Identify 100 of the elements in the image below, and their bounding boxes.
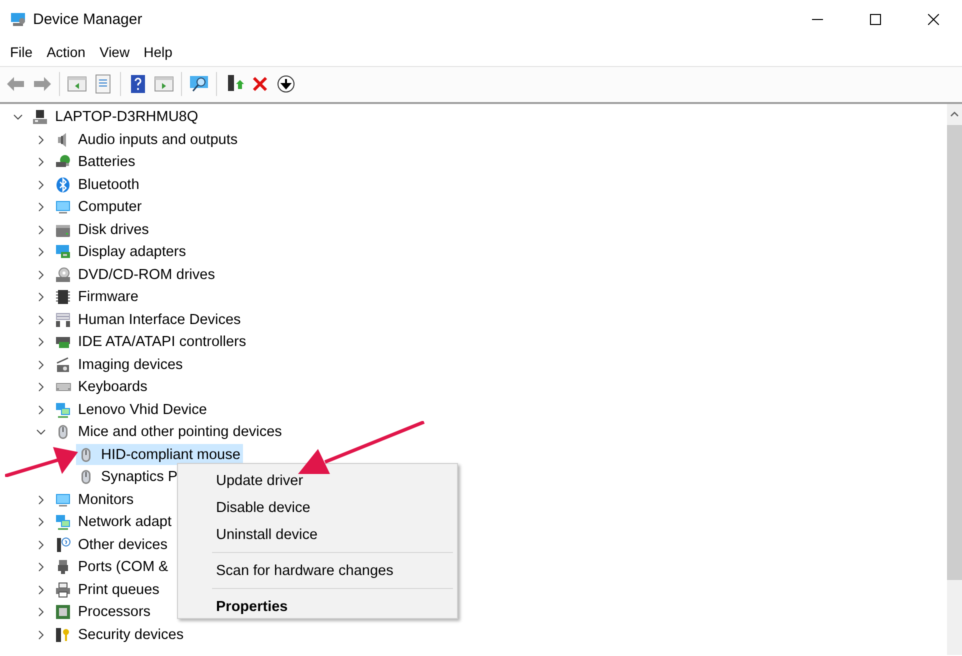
camera-icon [55,356,71,373]
tree-item[interactable]: Imaging devices [53,354,186,376]
tree-item[interactable]: Bluetooth [53,174,142,196]
tree-label: Keyboards [78,379,148,396]
forward-icon[interactable] [32,74,52,94]
menu-item[interactable]: Help [136,41,180,63]
tree-item[interactable]: Synaptics P [76,466,181,488]
expand-chevron-icon[interactable] [36,337,46,348]
tree-item[interactable]: Computer [53,196,145,218]
expand-chevron-icon[interactable] [36,180,46,190]
scrollbar-thumb[interactable] [947,125,962,580]
maximize-icon[interactable] [870,14,880,24]
tree-item[interactable]: Lenovo Vhid Device [53,399,210,420]
tree-item[interactable]: Other devices [53,534,170,556]
tree-item[interactable]: Processors [53,602,154,623]
menu-item[interactable]: Disable device [178,494,457,521]
tree-item[interactable]: Security devices [53,624,187,646]
down-arrow-circle-icon[interactable] [276,74,296,94]
menu-item[interactable]: Action [40,41,92,63]
monitor-icon [55,199,71,216]
tree-label: Processors [78,604,151,620]
tree-item[interactable]: IDE ATA/ATAPI controllers [53,332,250,353]
device-manager-icon [10,11,26,27]
tree-label: Print queues [78,582,160,598]
tree-label: Other devices [78,536,168,553]
expand-chevron-icon[interactable] [36,202,46,212]
menu-item[interactable]: Uninstall device [178,521,457,548]
network-icon [55,514,71,530]
tree-label: Computer [78,199,142,216]
expand-chevron-icon[interactable] [36,584,46,595]
tree-label: Ports (COM & [78,559,168,576]
tree-item[interactable]: Human Interface Devices [53,309,244,330]
chip-icon [55,289,71,306]
collapse-chevron-icon[interactable] [13,112,23,122]
unknown-device-icon [55,536,71,553]
collapse-chevron-icon[interactable] [36,427,46,438]
monitor-search-icon[interactable] [189,74,209,94]
expand-chevron-icon[interactable] [36,314,46,325]
properties-icon[interactable] [93,74,113,94]
menu-item[interactable]: Update driver [178,467,457,494]
expand-chevron-icon[interactable] [36,360,46,370]
tree-item[interactable]: LAPTOP-D3RHMU8Q [30,106,202,128]
menu-item[interactable]: File [3,41,40,63]
tree-label: Network adapt [78,514,172,530]
tree-label: Human Interface Devices [78,312,241,328]
port-icon [55,559,71,576]
tree-label: IDE ATA/ATAPI controllers [78,334,246,350]
tree-label: Bluetooth [78,176,140,193]
tree-item[interactable]: Network adapt [53,512,174,533]
bluetooth-icon [55,176,71,193]
printer-icon [55,582,71,598]
tree-label: Firmware [78,289,138,306]
tree-item[interactable]: Monitors [53,489,137,510]
help-icon[interactable] [128,74,148,94]
key-icon [55,626,71,643]
disc-drive-icon [55,266,71,283]
window-title: Device Manager [33,10,144,28]
tree-item[interactable]: Audio inputs and outputs [53,129,241,150]
tree-item[interactable]: Firmware [53,286,142,308]
expand-chevron-icon[interactable] [36,404,46,415]
expand-chevron-icon[interactable] [36,224,46,235]
tree-item[interactable]: Disk drives [53,219,152,240]
expand-chevron-icon[interactable] [36,270,46,280]
tree-label: Audio inputs and outputs [78,132,238,148]
tree-item[interactable]: HID-compliant mouse [76,444,244,466]
menu-item[interactable]: View [92,41,137,63]
expand-chevron-icon[interactable] [36,494,46,505]
tree-label: Lenovo Vhid Device [78,402,207,418]
tree-label: Batteries [78,154,136,170]
tree-item[interactable]: Batteries [53,152,138,173]
close-icon[interactable] [928,14,938,24]
expand-chevron-icon[interactable] [36,157,46,168]
tree-label: DVD/CD-ROM drives [78,266,215,283]
expand-chevron-icon[interactable] [36,517,46,528]
processor-icon [55,604,71,620]
tree-item[interactable]: Mice and other pointing devices [53,422,285,443]
expand-chevron-icon[interactable] [36,562,46,572]
action-pane-icon[interactable] [154,74,174,94]
menu-item[interactable]: Scan for hardware changes [178,557,457,584]
tree-item[interactable]: Ports (COM & [53,556,172,578]
expand-chevron-icon[interactable] [36,540,46,550]
network-icon [55,402,71,418]
tree-item[interactable]: DVD/CD-ROM drives [53,264,218,286]
tree-label: Security devices [78,626,184,643]
tree-item[interactable]: Display adapters [53,242,189,263]
expand-chevron-icon[interactable] [36,292,46,302]
tree-label: Imaging devices [78,356,183,373]
tree-label: Disk drives [78,222,149,238]
expand-chevron-icon[interactable] [36,134,46,145]
expand-chevron-icon[interactable] [36,630,46,640]
tree-label: Mice and other pointing devices [78,424,282,440]
tree-label: HID-compliant mouse [101,446,240,463]
expand-chevron-icon[interactable] [36,607,46,618]
menu-item[interactable]: Properties [178,593,457,620]
tree-item[interactable]: Print queues [53,579,162,600]
tree-item[interactable]: Keyboards [53,376,150,398]
expand-chevron-icon[interactable] [36,247,46,258]
tree-label: Display adapters [78,244,186,260]
expand-chevron-icon[interactable] [36,382,46,392]
console-tree-icon[interactable] [67,74,87,94]
